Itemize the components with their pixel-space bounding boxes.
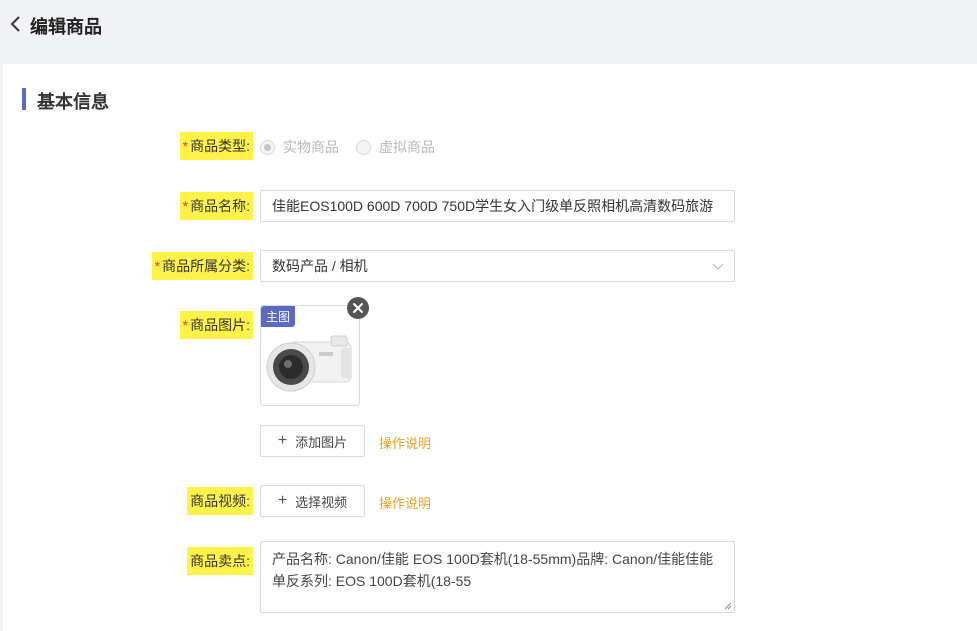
back-arrow-icon[interactable] bbox=[6, 12, 26, 36]
product-images-label: * 商品图片: bbox=[179, 311, 253, 339]
video-help-link[interactable]: 操作说明 bbox=[379, 493, 431, 512]
radio-checked-icon bbox=[260, 139, 275, 155]
required-mark: * bbox=[182, 138, 189, 154]
close-icon bbox=[353, 303, 363, 313]
plus-icon: + bbox=[277, 492, 288, 509]
image-help-link[interactable]: 操作说明 bbox=[379, 433, 431, 452]
product-video-label: 商品视频: bbox=[187, 487, 253, 515]
section-accent-bar bbox=[22, 88, 26, 110]
radio-physical-product[interactable]: 实物商品 bbox=[260, 137, 339, 157]
main-image-card[interactable]: 主图 bbox=[260, 305, 360, 406]
section-title: 基本信息 bbox=[37, 92, 109, 112]
plus-icon: + bbox=[277, 432, 288, 449]
form-panel: 基本信息 * 商品类型: 实物商品 虚拟商品 * 商品名称: 佳能EOS100D 6… bbox=[3, 64, 977, 631]
main-image-tag: 主图 bbox=[261, 306, 296, 327]
selling-points-label: 商品卖点: bbox=[187, 547, 253, 575]
selling-points-text: 产品名称: Canon/佳能 EOS 100D套机(18-55mm)品牌: Ca… bbox=[272, 551, 714, 589]
remove-image-button[interactable] bbox=[347, 297, 369, 319]
radio-label: 实物商品 bbox=[283, 139, 339, 155]
product-name-input[interactable]: 佳能EOS100D 600D 700D 750D学生女入门级单反照相机高清数码旅… bbox=[260, 190, 735, 222]
page-title: 编辑商品 bbox=[30, 17, 102, 37]
category-label: * 商品所属分类: bbox=[151, 252, 253, 280]
category-select[interactable]: 数码产品 / 相机 bbox=[260, 250, 735, 282]
page-header: 编辑商品 bbox=[0, 0, 977, 64]
select-video-button[interactable]: + 选择视频 bbox=[260, 485, 365, 517]
radio-virtual-product[interactable]: 虚拟商品 bbox=[356, 137, 435, 157]
resize-grip-icon[interactable] bbox=[724, 602, 732, 610]
add-image-label: 添加图片 bbox=[295, 434, 348, 450]
product-name-label: * 商品名称: bbox=[179, 192, 253, 220]
radio-label: 虚拟商品 bbox=[379, 139, 435, 155]
add-image-button[interactable]: + 添加图片 bbox=[260, 425, 365, 457]
selling-points-textarea[interactable]: 产品名称: Canon/佳能 EOS 100D套机(18-55mm)品牌: Ca… bbox=[260, 541, 735, 613]
radio-unchecked-icon bbox=[356, 139, 371, 155]
product-type-label: * 商品类型: bbox=[179, 132, 253, 160]
select-video-label: 选择视频 bbox=[295, 494, 348, 510]
chevron-down-icon bbox=[712, 263, 724, 270]
category-value: 数码产品 / 相机 bbox=[272, 258, 368, 274]
